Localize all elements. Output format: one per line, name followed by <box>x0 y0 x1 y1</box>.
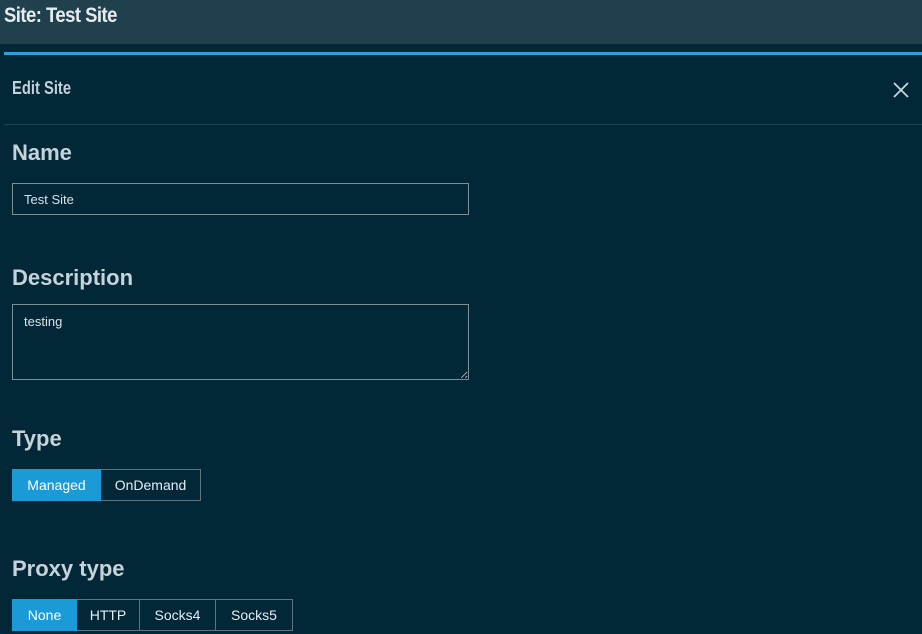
description-label: Description <box>12 265 134 290</box>
proxy-type-selector: None HTTP Socks4 Socks5 <box>12 599 293 631</box>
proxy-option-none[interactable]: None <box>12 599 77 631</box>
close-icon[interactable] <box>892 81 910 99</box>
proxy-option-socks5[interactable]: Socks5 <box>216 599 293 631</box>
type-label: Type <box>12 426 62 451</box>
name-input[interactable] <box>12 183 469 215</box>
type-option-ondemand[interactable]: OnDemand <box>101 469 201 501</box>
type-option-managed[interactable]: Managed <box>12 469 101 501</box>
proxy-option-http[interactable]: HTTP <box>77 599 140 631</box>
description-textarea[interactable]: testing <box>12 304 469 380</box>
proxy-type-label: Proxy type <box>12 556 125 581</box>
page-header: Site: Test Site <box>0 0 922 44</box>
modal-header: Edit Site <box>4 55 922 125</box>
proxy-option-socks4[interactable]: Socks4 <box>140 599 216 631</box>
name-label: Name <box>12 140 72 165</box>
type-selector: Managed OnDemand <box>12 469 201 501</box>
modal-title: Edit Site <box>12 78 72 98</box>
page-title: Site: Test Site <box>4 4 117 27</box>
